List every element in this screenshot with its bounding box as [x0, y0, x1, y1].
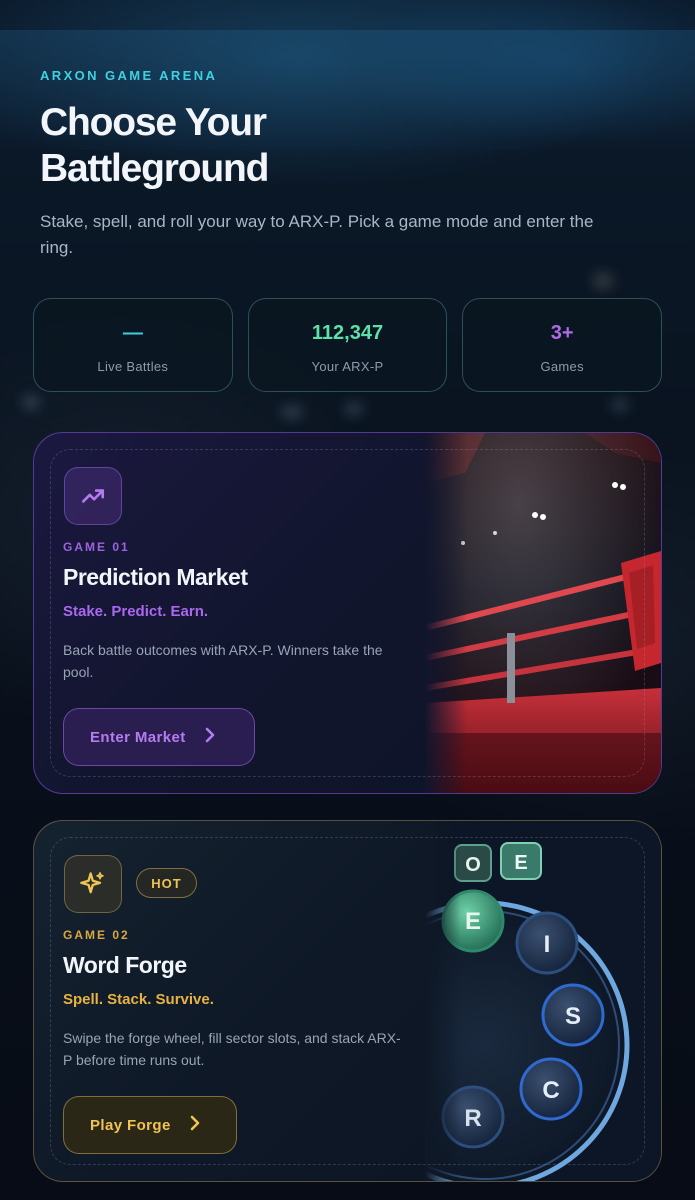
page-title: Choose Your Battleground — [40, 101, 269, 190]
game-tagline: Spell. Stack. Survive. — [63, 991, 214, 1008]
play-forge-button[interactable]: Play Forge — [63, 1096, 237, 1154]
game-number: GAME 01 — [63, 540, 130, 554]
stats-row: — Live Battles 112,347 Your ARX-P 3+ Gam… — [33, 298, 663, 392]
chevron-right-icon — [189, 1115, 201, 1136]
hot-badge: HOT — [136, 868, 197, 898]
game-description: Swipe the forge wheel, fill sector slots… — [63, 1030, 401, 1068]
stat-live-battles: — Live Battles — [33, 298, 233, 392]
chevron-right-icon — [204, 727, 216, 748]
game-title: Word Forge — [63, 952, 187, 978]
game-card-word-forge[interactable]: O E E I S C R HO — [33, 820, 662, 1182]
game-number: GAME 02 — [63, 928, 130, 942]
stat-value: 112,347 — [311, 322, 384, 344]
stat-label: Games — [540, 359, 584, 374]
stat-value: — — [122, 322, 143, 344]
game-description: Back battle outcomes with ARX-P. Winners… — [63, 642, 383, 680]
trending-up-icon — [64, 467, 122, 525]
stat-value: 3+ — [550, 322, 574, 344]
sparkles-icon — [64, 855, 122, 913]
cta-label: Play Forge — [90, 1116, 171, 1134]
stat-label: Your ARX-P — [311, 359, 384, 374]
stat-your-arxp: 112,347 Your ARX-P — [247, 298, 448, 392]
stat-label: Live Battles — [97, 359, 169, 374]
game-card-prediction-market[interactable]: GAME 01 Prediction Market Stake. Predict… — [33, 432, 662, 794]
game-title: Prediction Market — [63, 564, 248, 590]
cta-label: Enter Market — [90, 728, 186, 746]
page-subtitle: Stake, spell, and roll your way to ARX-P… — [40, 212, 594, 257]
arena-eyebrow: ARXON GAME ARENA — [40, 68, 218, 83]
enter-market-button[interactable]: Enter Market — [63, 708, 255, 766]
game-tagline: Stake. Predict. Earn. — [63, 603, 209, 620]
stat-games: 3+ Games — [462, 298, 663, 392]
